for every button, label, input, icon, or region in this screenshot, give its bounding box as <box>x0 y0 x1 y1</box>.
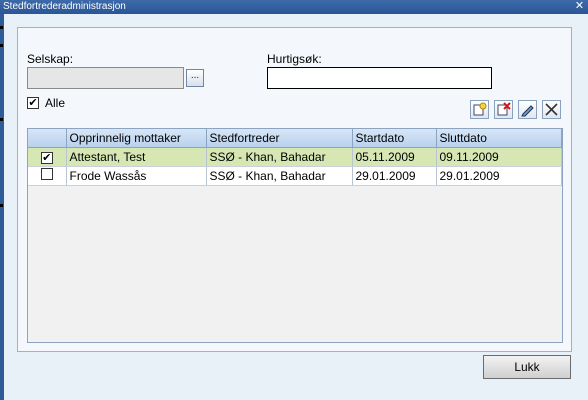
window-title: Stedfortrederadministrasjon <box>3 1 126 12</box>
table-row[interactable]: Frode Wassås SSØ - Khan, Bahadar 29.01.2… <box>28 166 562 186</box>
stedfortreder-cell: SSØ - Khan, Bahadar <box>206 147 353 167</box>
substitutes-table: Opprinnelig mottaker Stedfortreder Start… <box>27 128 563 343</box>
table-empty-area <box>28 186 562 342</box>
row-checkbox[interactable] <box>40 168 53 180</box>
table-row[interactable]: ✔ Attestant, Test SSØ - Khan, Bahadar 05… <box>28 147 562 167</box>
edit-icon <box>521 105 534 117</box>
dialog-window: Selskap: ... Hurtigsøk: ✔ Alle Opprinnel… <box>0 14 588 400</box>
close-icon <box>545 103 558 116</box>
title-bar: Stedfortrederadministrasjon ✕ <box>0 0 588 14</box>
selskap-browse-button[interactable]: ... <box>186 69 204 87</box>
stedfortreder-cell: SSØ - Khan, Bahadar <box>206 166 353 186</box>
startdato-cell: 29.01.2009 <box>352 166 437 186</box>
background-window-edge <box>0 14 4 400</box>
main-panel: Selskap: ... Hurtigsøk: ✔ Alle Opprinnel… <box>17 27 572 352</box>
delete-button[interactable] <box>494 100 513 119</box>
new-icon <box>473 102 487 116</box>
mottaker-cell: Frode Wassås <box>66 166 207 186</box>
column-header-select[interactable] <box>28 129 67 148</box>
selskap-field <box>27 67 184 89</box>
delete-icon <box>497 102 511 116</box>
selskap-label: Selskap: <box>27 52 74 66</box>
row-checkbox[interactable]: ✔ <box>40 151 53 164</box>
close-button[interactable]: Lukk <box>483 355 571 379</box>
column-header-sluttdato[interactable]: Sluttdato <box>436 129 562 148</box>
row-select-cell[interactable] <box>28 166 67 186</box>
close-icon[interactable]: ✕ <box>574 1 585 12</box>
hurtigsok-input[interactable] <box>267 67 492 89</box>
column-header-stedfortreder[interactable]: Stedfortreder <box>206 129 353 148</box>
sluttdato-cell: 09.11.2009 <box>436 147 562 167</box>
alle-checkbox[interactable]: ✔ <box>27 97 39 109</box>
sluttdato-cell: 29.01.2009 <box>436 166 562 186</box>
table-header: Opprinnelig mottaker Stedfortreder Start… <box>28 129 562 148</box>
alle-label: Alle <box>45 96 66 110</box>
hurtigsok-label: Hurtigsøk: <box>267 52 322 66</box>
edit-button[interactable] <box>518 100 537 119</box>
column-header-mottaker[interactable]: Opprinnelig mottaker <box>66 129 207 148</box>
startdato-cell: 05.11.2009 <box>352 147 437 167</box>
column-header-startdato[interactable]: Startdato <box>352 129 437 148</box>
remove-button[interactable] <box>542 100 561 119</box>
new-button[interactable] <box>470 100 489 119</box>
mottaker-cell: Attestant, Test <box>66 147 207 167</box>
row-select-cell[interactable]: ✔ <box>28 147 67 167</box>
